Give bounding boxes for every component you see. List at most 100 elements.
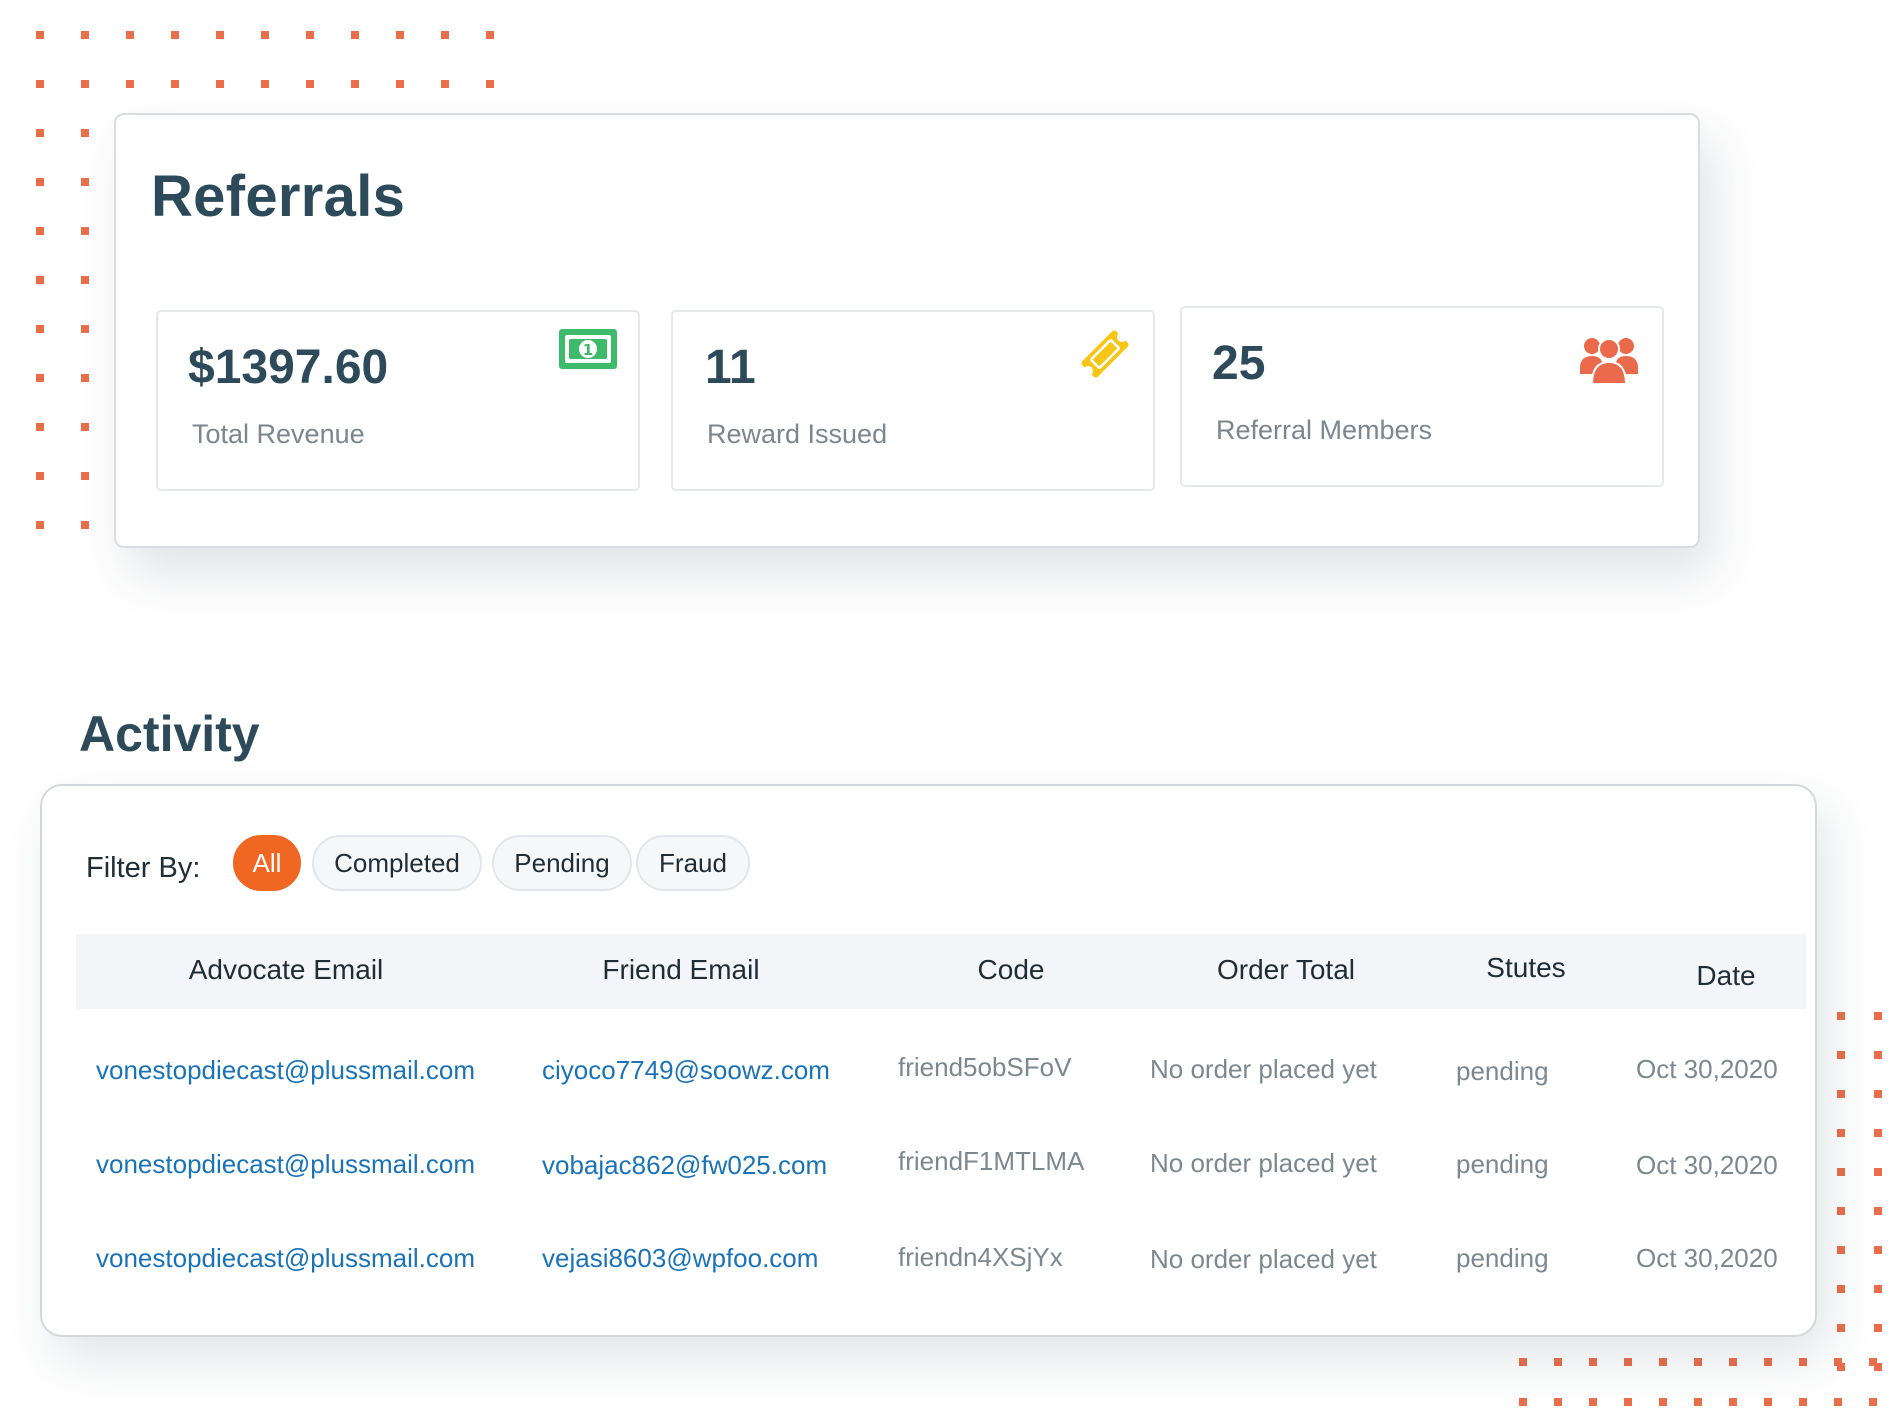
- decorative-dot: [81, 227, 89, 235]
- decorative-dot: [1659, 1358, 1667, 1366]
- decorative-dot: [36, 129, 44, 137]
- column-header-date: Date: [1696, 960, 1756, 991]
- advocate-email-link[interactable]: vonestopdiecast@plussmail.com: [96, 1055, 475, 1086]
- money-bill-icon: 1: [558, 328, 618, 375]
- decorative-dot: [216, 31, 224, 39]
- decorative-dot: [81, 374, 89, 382]
- decorative-dot: [1874, 1129, 1882, 1137]
- decorative-dot: [36, 472, 44, 480]
- decorative-dot: [1624, 1398, 1632, 1406]
- decorative-dot: [1837, 1090, 1845, 1098]
- decorative-dot: [441, 80, 449, 88]
- decorative-dot: [81, 472, 89, 480]
- column-header-friend-email: Friend Email: [602, 954, 760, 985]
- advocate-email-link[interactable]: vonestopdiecast@plussmail.com: [96, 1149, 475, 1180]
- decorative-dot: [1729, 1358, 1737, 1366]
- decorative-dot: [441, 31, 449, 39]
- page-title: Referrals: [151, 164, 406, 229]
- decorative-dot: [1589, 1358, 1597, 1366]
- decorative-dot: [1589, 1398, 1597, 1406]
- column-header-status: Stutes: [1486, 952, 1566, 983]
- decorative-dot: [1874, 1090, 1882, 1098]
- decorative-dot: [36, 423, 44, 431]
- table-header: Advocate Email Friend Email Code Order T…: [76, 934, 1806, 1009]
- decorative-dot: [1874, 1051, 1882, 1059]
- decorative-dot: [1799, 1398, 1807, 1406]
- decorative-dot: [81, 31, 89, 39]
- referral-code: friendF1MTLMA: [898, 1146, 1085, 1176]
- status-text: pending: [1456, 1056, 1549, 1086]
- decorative-dot: [171, 80, 179, 88]
- decorative-dot: [1837, 1324, 1845, 1332]
- stat-value: 25: [1212, 337, 1266, 390]
- decorative-dot: [486, 31, 494, 39]
- filter-chip-completed[interactable]: Completed: [312, 835, 482, 891]
- stat-label: Reward Issued: [707, 419, 888, 449]
- decorative-dot: [36, 178, 44, 186]
- decorative-dot: [81, 129, 89, 137]
- decorative-dot: [1837, 1285, 1845, 1293]
- order-total: No order placed yet: [1150, 1244, 1377, 1274]
- decorative-dot: [126, 31, 134, 39]
- decorative-dot: [81, 423, 89, 431]
- decorative-dot: [1837, 1207, 1845, 1215]
- ticket-icon: [1077, 326, 1133, 387]
- decorative-dot: [1694, 1398, 1702, 1406]
- decorative-dot: [216, 80, 224, 88]
- stat-card-total-revenue: $1397.60 Total Revenue 1: [156, 310, 640, 491]
- stat-card-reward-issued: 11 Reward Issued: [671, 310, 1155, 491]
- decorative-dot: [1624, 1358, 1632, 1366]
- referral-code: friendn4XSjYx: [898, 1242, 1063, 1272]
- decorative-dot: [261, 31, 269, 39]
- decorative-dot: [36, 521, 44, 529]
- column-header-code: Code: [977, 954, 1045, 985]
- decorative-dot: [1554, 1398, 1562, 1406]
- date-text: Oct 30,2020: [1636, 1150, 1778, 1180]
- decorative-dot: [1554, 1358, 1562, 1366]
- order-total: No order placed yet: [1150, 1054, 1377, 1084]
- decorative-dot: [1837, 1012, 1845, 1020]
- decorative-dot: [36, 374, 44, 382]
- decorative-dot: [1519, 1398, 1527, 1406]
- decorative-dot: [486, 80, 494, 88]
- filter-chip-all[interactable]: All: [233, 835, 301, 891]
- decorative-dot: [1874, 1246, 1882, 1254]
- decorative-dot: [1874, 1168, 1882, 1176]
- decorative-dot: [1764, 1398, 1772, 1406]
- decorative-dot: [261, 80, 269, 88]
- users-icon: [1580, 334, 1638, 389]
- stat-label: Referral Members: [1216, 415, 1433, 445]
- column-header-order-total: Order Total: [1217, 954, 1355, 985]
- decorative-dot: [1764, 1358, 1772, 1366]
- decorative-dot: [81, 80, 89, 88]
- friend-email-link[interactable]: ciyoco7749@soowz.com: [542, 1055, 830, 1086]
- svg-text:1: 1: [583, 341, 593, 359]
- column-header-advocate-email: Advocate Email: [188, 954, 384, 985]
- friend-email-link[interactable]: vobajac862@fw025.com: [542, 1150, 827, 1181]
- status-text: pending: [1456, 1149, 1549, 1179]
- decorative-dot: [1837, 1129, 1845, 1137]
- advocate-email-link[interactable]: vonestopdiecast@plussmail.com: [96, 1243, 475, 1274]
- decorative-dot: [36, 276, 44, 284]
- decorative-dot: [1869, 1398, 1877, 1406]
- decorative-dot: [1659, 1398, 1667, 1406]
- decorative-dot: [396, 31, 404, 39]
- decorative-dot: [1834, 1358, 1842, 1366]
- decorative-dot: [306, 31, 314, 39]
- filter-label: Filter By:: [86, 852, 201, 884]
- filter-chip-pending[interactable]: Pending: [492, 835, 632, 891]
- order-total: No order placed yet: [1150, 1148, 1377, 1178]
- decorative-dot: [36, 325, 44, 333]
- decorative-dot: [36, 227, 44, 235]
- decorative-dot: [1869, 1358, 1877, 1366]
- decorative-dot: [36, 80, 44, 88]
- decorative-dot: [396, 80, 404, 88]
- filter-chip-fraud[interactable]: Fraud: [636, 835, 750, 891]
- decorative-dot: [1834, 1398, 1842, 1406]
- decorative-dot: [1837, 1246, 1845, 1254]
- decorative-dot: [171, 31, 179, 39]
- decorative-dot: [1874, 1012, 1882, 1020]
- friend-email-link[interactable]: vejasi8603@wpfoo.com: [542, 1243, 818, 1274]
- stat-label: Total Revenue: [192, 419, 365, 449]
- activity-card: Filter By: All Completed Pending Fraud A…: [40, 784, 1817, 1337]
